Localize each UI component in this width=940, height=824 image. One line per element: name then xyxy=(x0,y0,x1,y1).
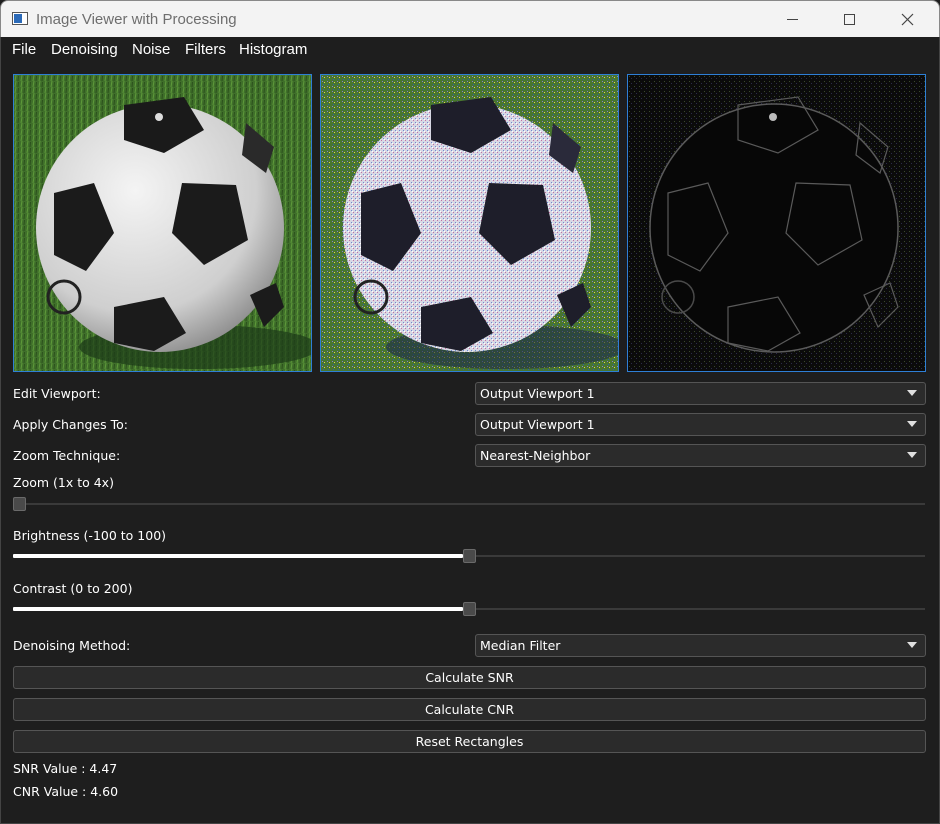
reset-rectangles-button[interactable]: Reset Rectangles xyxy=(13,730,926,753)
apply-changes-value: Output Viewport 1 xyxy=(480,417,595,432)
denoising-method-label: Denoising Method: xyxy=(13,638,131,653)
zoom-slider-groove xyxy=(13,503,925,505)
maximize-button[interactable] xyxy=(821,1,879,38)
brightness-slider-handle[interactable] xyxy=(463,549,476,563)
input-viewport[interactable] xyxy=(13,74,312,372)
contrast-slider[interactable] xyxy=(13,602,925,616)
zoom-slider-handle[interactable] xyxy=(13,497,26,511)
minimize-icon xyxy=(787,19,798,20)
menu-histogram[interactable]: Histogram xyxy=(239,41,307,58)
noisy-ball-image xyxy=(321,75,618,371)
app-icon xyxy=(12,12,28,25)
chevron-down-icon xyxy=(907,390,917,396)
close-button[interactable] xyxy=(879,1,937,38)
chevron-down-icon xyxy=(907,421,917,427)
denoising-method-select[interactable]: Median Filter xyxy=(475,634,926,657)
contrast-slider-fill xyxy=(13,607,463,611)
chevron-down-icon xyxy=(907,642,917,648)
brightness-slider[interactable] xyxy=(13,549,925,563)
minimize-button[interactable] xyxy=(764,1,822,38)
apply-changes-label: Apply Changes To: xyxy=(13,417,128,432)
contrast-label: Contrast (0 to 200) xyxy=(13,581,133,596)
close-icon xyxy=(901,13,914,26)
edit-viewport-value: Output Viewport 1 xyxy=(480,386,595,401)
edge-ball-image xyxy=(628,75,925,371)
calculate-cnr-button[interactable]: Calculate CNR xyxy=(13,698,926,721)
title-bar: Image Viewer with Processing xyxy=(0,0,940,38)
menu-file[interactable]: File xyxy=(12,41,36,58)
maximize-icon xyxy=(844,14,855,25)
main-window: File Denoising Noise Filters Histogram E… xyxy=(0,37,940,824)
zoom-technique-select[interactable]: Nearest-Neighbor xyxy=(475,444,926,467)
menu-filters[interactable]: Filters xyxy=(185,41,226,58)
chevron-down-icon xyxy=(907,452,917,458)
zoom-label: Zoom (1x to 4x) xyxy=(13,475,114,490)
cnr-value-text: CNR Value : 4.60 xyxy=(13,784,119,799)
output-viewport-2[interactable] xyxy=(627,74,926,372)
menu-noise[interactable]: Noise xyxy=(132,41,170,58)
contrast-slider-handle[interactable] xyxy=(463,602,476,616)
window-title: Image Viewer with Processing xyxy=(36,11,237,28)
zoom-slider[interactable] xyxy=(13,497,925,511)
soccer-ball-image xyxy=(14,75,311,371)
edit-viewport-select[interactable]: Output Viewport 1 xyxy=(475,382,926,405)
apply-changes-select[interactable]: Output Viewport 1 xyxy=(475,413,926,436)
denoising-method-value: Median Filter xyxy=(480,638,561,653)
zoom-technique-label: Zoom Technique: xyxy=(13,448,121,463)
brightness-label: Brightness (-100 to 100) xyxy=(13,528,167,543)
snr-value-text: SNR Value : 4.47 xyxy=(13,761,118,776)
edit-viewport-label: Edit Viewport: xyxy=(13,386,101,401)
output-viewport-1[interactable] xyxy=(320,74,619,372)
menu-denoising[interactable]: Denoising xyxy=(51,41,118,58)
calculate-snr-button[interactable]: Calculate SNR xyxy=(13,666,926,689)
brightness-slider-fill xyxy=(13,554,463,558)
zoom-technique-value: Nearest-Neighbor xyxy=(480,448,591,463)
menu-bar: File Denoising Noise Filters Histogram xyxy=(1,37,939,63)
